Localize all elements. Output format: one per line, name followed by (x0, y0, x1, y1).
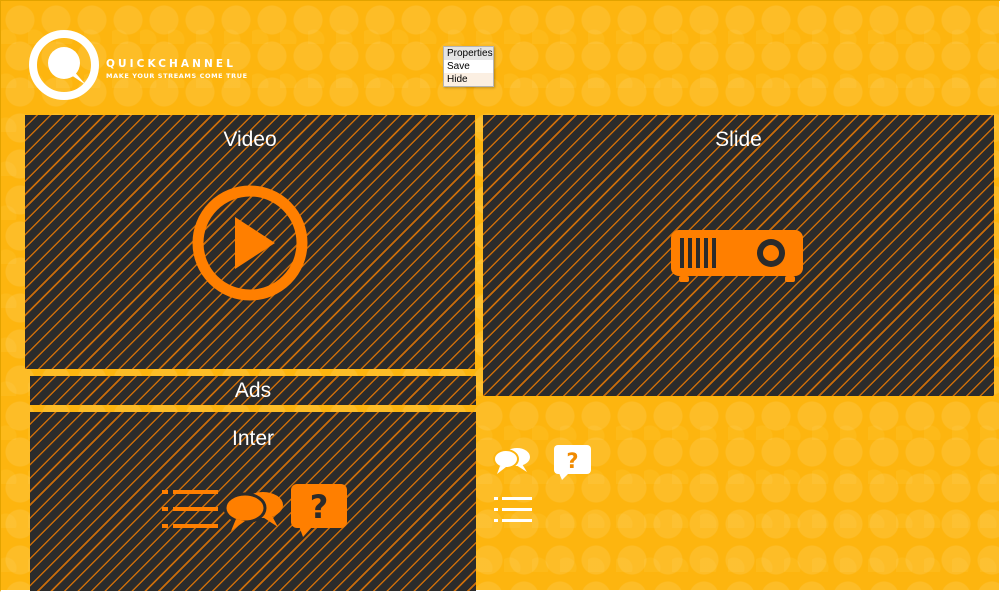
video-panel[interactable]: Video (25, 115, 475, 369)
question-icon[interactable]: ? (553, 444, 592, 480)
menu-item-properties[interactable]: Properties (444, 47, 493, 60)
projector-icon (671, 230, 803, 282)
brand-name: QUICKCHANNEL (106, 58, 236, 70)
inter-panel[interactable]: Inter ? (30, 412, 476, 591)
chat-icon[interactable] (492, 445, 532, 475)
play-icon (192, 185, 308, 301)
ads-panel-title: Ads (234, 379, 272, 402)
menu-item-hide[interactable]: Hide (444, 73, 493, 86)
slide-panel-title: Slide (715, 128, 762, 151)
question-icon: ? (291, 484, 347, 537)
menu-item-save[interactable]: Save (444, 60, 493, 73)
context-menu: Properties Save Hide (443, 46, 494, 87)
brand-tagline: MAKE YOUR STREAMS COME TRUE (106, 72, 248, 80)
ads-panel[interactable]: Ads (30, 376, 476, 405)
chat-icon (223, 492, 283, 531)
quickchannel-logo-icon (29, 30, 99, 100)
brand-logo: QUICKCHANNEL MAKE YOUR STREAMS COME TRUE (28, 29, 268, 101)
svg-text:?: ? (566, 449, 578, 473)
video-panel-title: Video (223, 128, 277, 151)
inter-panel-title: Inter (231, 427, 275, 450)
list-icon[interactable] (494, 495, 532, 525)
list-icon (162, 490, 218, 528)
svg-text:?: ? (310, 488, 329, 526)
slide-panel[interactable]: Slide (483, 115, 994, 396)
